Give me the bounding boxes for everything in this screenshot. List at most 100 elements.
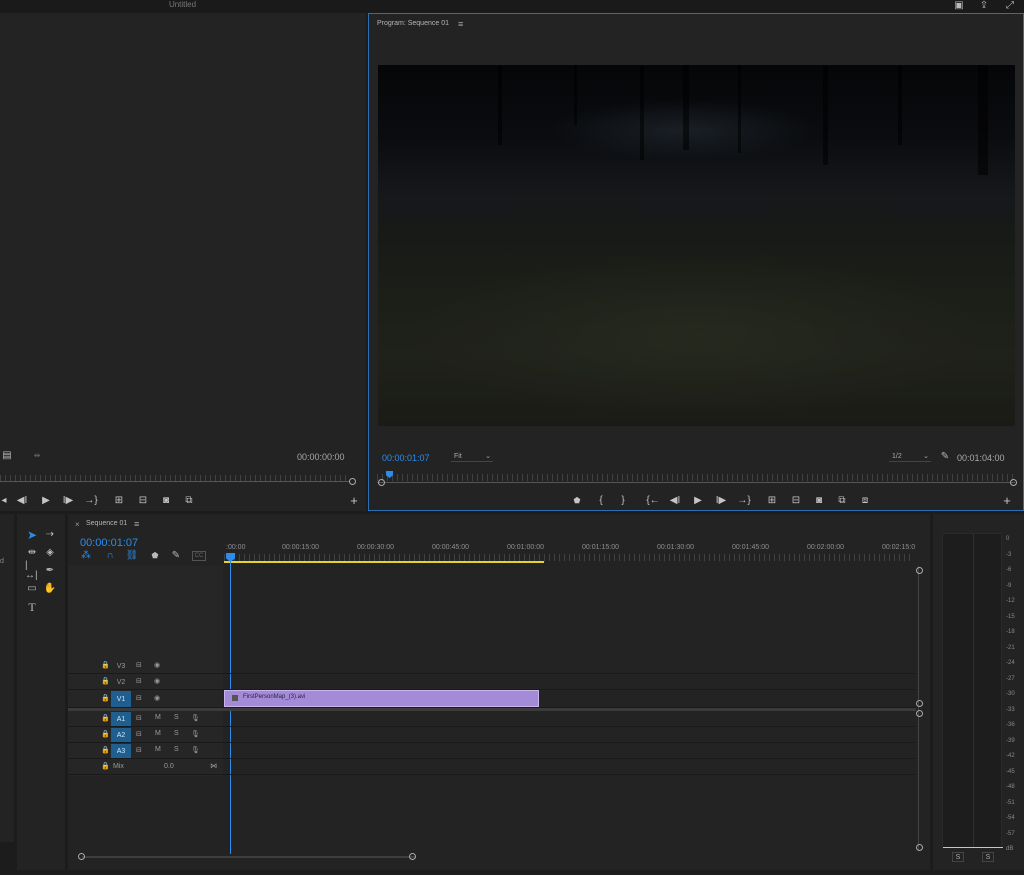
pen-tool-icon[interactable]: ✒ [43,564,57,578]
hand-tool-icon[interactable]: ✋ [43,582,57,596]
resolution-select[interactable]: 1/2 ⌄ [889,451,931,462]
lock-icon[interactable]: 🔒 [101,694,110,702]
overwrite-clip-icon[interactable]: ⊟ [136,494,150,506]
wrench-icon[interactable]: ✎ [939,451,951,463]
video-clip[interactable]: FirstPersonMap_(3).avi [224,690,539,707]
razor-tool-icon[interactable]: ◈ [43,546,57,560]
mute-button[interactable]: M [155,746,161,753]
sync-lock-icon[interactable]: ⊟ [136,661,142,669]
goto-in-icon[interactable]: {← [646,494,660,506]
export-frame-icon[interactable]: ◙ [813,494,825,506]
insert-clip-icon[interactable]: ⊞ [112,494,126,506]
lock-icon[interactable]: 🔒 [101,661,110,669]
timeline-timecode[interactable]: 00:00:01:07 [80,537,138,549]
sync-lock-icon[interactable]: ⊟ [136,714,142,722]
type-tool-icon[interactable]: T [25,600,39,614]
close-tab-icon[interactable]: × [75,520,80,529]
mic-icon[interactable]: 🎙 [191,714,200,722]
track-name[interactable]: A2 [111,728,131,742]
sync-lock-icon[interactable]: ⊟ [136,730,142,738]
timeline-ruler[interactable] [224,554,914,561]
horizontal-scrollbar[interactable] [78,853,918,861]
workspace-icon[interactable]: ▣ [953,1,965,11]
eye-icon[interactable]: ◉ [154,661,160,669]
linked-selection-icon[interactable]: ⛓ [126,551,139,561]
track-name[interactable]: V2 [111,675,131,689]
program-scroll-handle-right[interactable] [1010,479,1017,486]
comparison-view-icon[interactable]: ⧉ [836,494,848,506]
nest-toggle-icon[interactable]: ⁂ [80,551,92,561]
vscroll-handle-mid2[interactable] [916,710,923,717]
program-scrub-bar[interactable] [377,482,1015,483]
hscroll-handle-left[interactable] [78,853,85,860]
slip-tool-icon[interactable]: |↔| [25,561,39,581]
sequence-tab[interactable]: Sequence 01 [86,520,127,527]
goto-out-icon[interactable]: →} [84,494,98,506]
play-icon[interactable]: ▶ [40,494,52,506]
mark-in-icon[interactable]: { [596,494,606,506]
captions-icon[interactable]: CC [192,551,206,561]
mark-out-icon[interactable]: } [618,494,628,506]
program-current-timecode[interactable]: 00:00:01:07 [382,453,430,463]
lock-icon[interactable]: 🔒 [101,677,110,685]
sync-lock-icon[interactable]: ⊟ [136,677,142,685]
solo-button[interactable]: S [174,730,179,737]
sync-lock-icon[interactable]: ⊟ [136,746,142,754]
share-icon[interactable]: ⇪ [978,1,990,11]
goto-out-icon[interactable]: →} [737,494,751,506]
timeline-menu-icon[interactable]: ≡ [134,519,139,529]
step-back-icon[interactable]: ◂ [0,494,8,506]
add-button-program[interactable]: + [1001,493,1013,508]
timeline-settings-icon[interactable]: ✎ [170,551,182,561]
solo-left-button[interactable]: S [952,852,964,862]
lock-icon[interactable]: 🔒 [101,714,110,722]
program-scroll-handle-left[interactable] [378,479,385,486]
step-forward-icon[interactable]: I▶ [715,494,727,506]
step-forward-icon[interactable]: I▶ [62,494,74,506]
rectangle-tool-icon[interactable]: ▭ [25,582,39,596]
track-name[interactable]: V1 [111,691,131,707]
source-scrub-bar[interactable] [0,481,350,482]
sync-lock-icon[interactable]: ⊟ [136,694,142,702]
track-name[interactable]: V3 [111,659,131,673]
compare-icon[interactable]: ⧉ [183,494,195,506]
track-select-tool-icon[interactable]: ⇢ [43,528,57,542]
expand-icon[interactable]: ⤢ [1004,1,1016,11]
program-menu-icon[interactable]: ≡ [458,19,463,29]
eye-icon[interactable]: ◉ [154,694,160,702]
add-button-source[interactable]: + [348,493,360,508]
eye-icon[interactable]: ◉ [154,677,160,685]
track-name[interactable]: A1 [111,712,131,726]
source-scroll-handle[interactable] [349,478,356,485]
program-ruler[interactable] [377,474,1015,481]
play-icon[interactable]: ▶ [692,494,704,506]
lock-icon[interactable]: 🔒 [101,762,110,770]
drop-face-icon[interactable]: ▤ [2,451,12,461]
add-marker-icon[interactable]: ⬟ [571,494,583,506]
mix-value[interactable]: 0.0 [164,763,174,770]
ripple-edit-tool-icon[interactable]: ⇹ [25,546,39,560]
vertical-scrollbar[interactable] [916,566,923,851]
proxy-toggle-icon[interactable]: ⧈ [859,494,871,506]
work-area-bar[interactable] [224,561,544,563]
insert-icon[interactable]: ⇹ [32,451,42,461]
step-back-frame-icon[interactable]: ◀I [669,494,681,506]
mic-icon[interactable]: 🎙 [191,746,200,754]
selection-tool-icon[interactable]: ➤ [25,528,39,542]
extract-icon[interactable]: ⊟ [789,494,803,506]
vscroll-handle-bottom[interactable] [916,844,923,851]
solo-button[interactable]: S [174,746,179,753]
lock-icon[interactable]: 🔒 [101,746,110,754]
mute-button[interactable]: M [155,730,161,737]
track-name[interactable]: A3 [111,744,131,758]
solo-right-button[interactable]: S [982,852,994,862]
lock-icon[interactable]: 🔒 [101,730,110,738]
solo-button[interactable]: S [174,714,179,721]
step-back-frame-icon[interactable]: ◀I [16,494,28,506]
export-frame-icon[interactable]: ◙ [160,494,172,506]
lift-icon[interactable]: ⊞ [765,494,779,506]
add-marker-icon[interactable]: ⬟ [149,551,161,561]
hscroll-handle-right[interactable] [409,853,416,860]
vscroll-handle-top[interactable] [916,567,923,574]
vscroll-handle-mid1[interactable] [916,700,923,707]
